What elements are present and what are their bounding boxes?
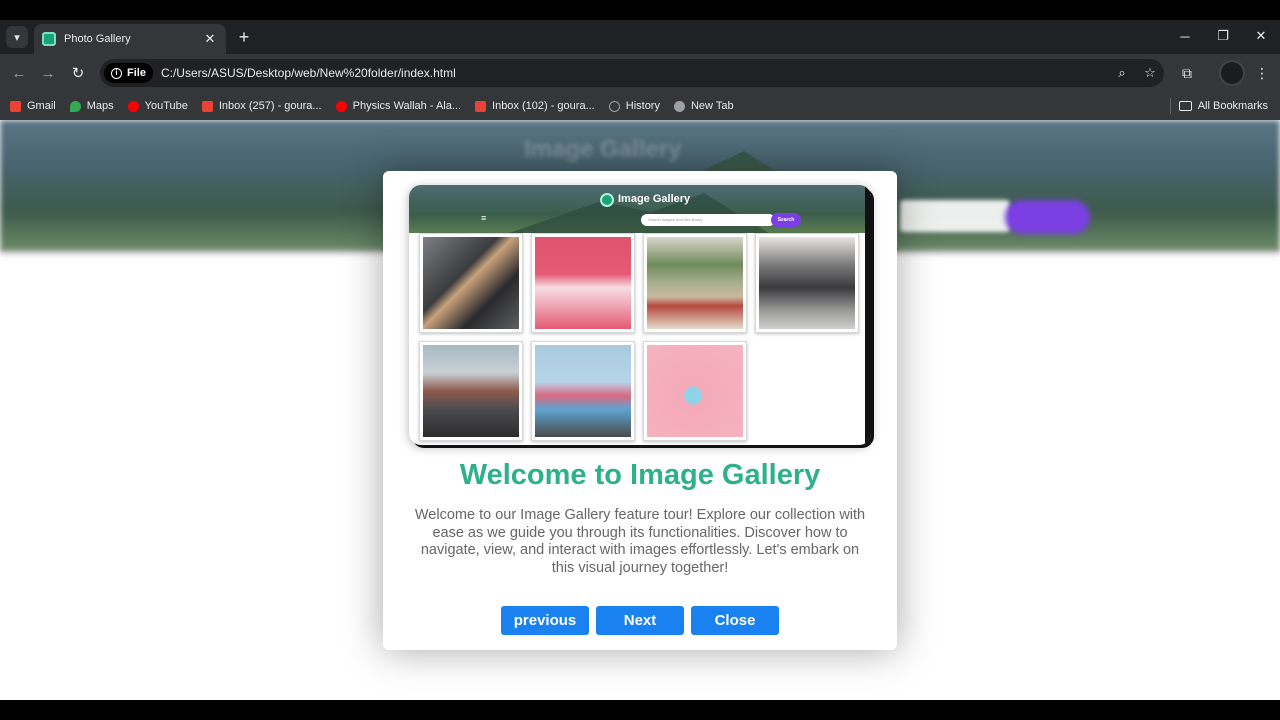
- gallery-favicon-icon: [42, 32, 56, 46]
- minimize-icon[interactable]: ─: [1166, 20, 1204, 52]
- bookmark-label: Gmail: [27, 100, 56, 112]
- bookmarks-bar: Gmail Maps YouTube Inbox (257) - goura..…: [0, 92, 1280, 120]
- preview-title: Image Gallery: [618, 193, 691, 205]
- tab-photo-gallery[interactable]: Photo Gallery ✕: [34, 24, 226, 54]
- taskbar-edge: [0, 700, 1280, 720]
- preview-thumb-pink-lollipop: [643, 341, 747, 441]
- back-arrow-icon[interactable]: ←: [8, 62, 30, 84]
- tab-search-chevron-icon[interactable]: ▾: [6, 26, 28, 48]
- bookmark-physics-wallah[interactable]: Physics Wallah - Ala...: [335, 100, 462, 112]
- bookmarks-divider: [1170, 98, 1171, 114]
- site-info-label: File: [127, 67, 146, 79]
- preview-thumb-city-road: [419, 341, 523, 441]
- bookmark-new-tab[interactable]: New Tab: [673, 100, 734, 112]
- youtube-icon: [335, 100, 347, 112]
- preview-thumb-table-plants: [643, 233, 747, 333]
- folder-icon: [1178, 101, 1192, 111]
- window-close-icon[interactable]: ✕: [1242, 20, 1280, 52]
- history-clock-icon: [608, 100, 620, 112]
- bookmark-star-icon[interactable]: ☆: [1136, 65, 1164, 81]
- hero-search-input-blurred: [900, 200, 1010, 232]
- bookmark-label: Maps: [86, 100, 114, 112]
- preview-menu-icon: ≡: [481, 213, 487, 223]
- profile-avatar[interactable]: [1219, 60, 1245, 86]
- bookmark-maps[interactable]: Maps: [69, 100, 114, 112]
- address-bar[interactable]: i File C:/Users/ASUS/Desktop/web/New%20f…: [100, 59, 1164, 87]
- preview-thumb-street-bike: [755, 233, 859, 333]
- modal-title: Welcome to Image Gallery: [459, 459, 821, 491]
- screen: ▾ Photo Gallery ✕ + ─ ❐ ✕ ← → ↻ i File C…: [0, 0, 1280, 720]
- bookmark-inbox-102[interactable]: Inbox (102) - goura...: [475, 100, 595, 112]
- bookmark-label: Physics Wallah - Ala...: [352, 100, 462, 112]
- tour-modal: Image Gallery ≡ Search images from the l…: [383, 171, 897, 650]
- site-info-chip[interactable]: i File: [104, 63, 153, 83]
- tab-close-icon[interactable]: ✕: [202, 31, 218, 47]
- preview-thumb-pink-blocks: [531, 233, 635, 333]
- preview-scrollbar: [865, 185, 871, 445]
- zoom-icon[interactable]: ⌕: [1108, 65, 1136, 81]
- modal-description: Welcome to our Image Gallery feature tou…: [414, 507, 866, 576]
- preview-header: Image Gallery ≡ Search images from the l…: [409, 185, 865, 233]
- reload-icon[interactable]: ↻: [67, 62, 89, 84]
- extensions-icon[interactable]: ⧉: [1176, 62, 1198, 84]
- new-tab-button[interactable]: +: [234, 26, 254, 48]
- info-icon: i: [111, 67, 122, 79]
- all-bookmarks-button[interactable]: All Bookmarks: [1178, 92, 1268, 120]
- tab-title: Photo Gallery: [64, 33, 131, 45]
- gmail-icon: [10, 100, 21, 112]
- tab-bar: ▾ Photo Gallery ✕ + ─ ❐ ✕: [0, 20, 1280, 54]
- maps-pin-icon: [69, 100, 81, 112]
- gmail-icon: [475, 100, 487, 112]
- preview-search-input: Search images from the library: [641, 214, 775, 226]
- bookmark-inbox-257[interactable]: Inbox (257) - goura...: [201, 100, 322, 112]
- bookmark-gmail[interactable]: Gmail: [10, 100, 56, 112]
- next-button[interactable]: Next: [596, 606, 684, 635]
- bookmark-label: New Tab: [690, 100, 734, 112]
- gmail-icon: [201, 100, 213, 112]
- bookmark-history[interactable]: History: [608, 100, 660, 112]
- preview-thumb-woman: [419, 233, 523, 333]
- bookmark-youtube[interactable]: YouTube: [127, 100, 188, 112]
- tour-preview-image: Image Gallery ≡ Search images from the l…: [409, 185, 871, 445]
- restore-icon[interactable]: ❐: [1204, 20, 1242, 52]
- preview-logo-icon: [600, 193, 614, 207]
- youtube-icon: [127, 100, 139, 112]
- bookmark-label: History: [625, 100, 660, 112]
- hero-title-blurred: Image Gallery: [524, 136, 682, 163]
- bookmark-label: Inbox (257) - goura...: [218, 100, 322, 112]
- bookmark-label: YouTube: [144, 100, 188, 112]
- previous-button[interactable]: previous: [501, 606, 589, 635]
- browser-toolbar: ← → ↻ i File C:/Users/ASUS/Desktop/web/N…: [0, 54, 1280, 92]
- preview-search-button: Search: [771, 213, 801, 227]
- hero-search-button-blurred: [1005, 200, 1090, 234]
- all-bookmarks-label: All Bookmarks: [1197, 100, 1268, 112]
- more-menu-icon[interactable]: ⋮: [1251, 62, 1273, 84]
- globe-icon: [673, 100, 685, 112]
- bookmark-label: Inbox (102) - goura...: [492, 100, 595, 112]
- preview-thumb-colorful-houses: [531, 341, 635, 441]
- url-text[interactable]: C:/Users/ASUS/Desktop/web/New%20folder/i…: [161, 66, 1108, 80]
- forward-arrow-icon[interactable]: →: [37, 62, 59, 84]
- close-button[interactable]: Close: [691, 606, 779, 635]
